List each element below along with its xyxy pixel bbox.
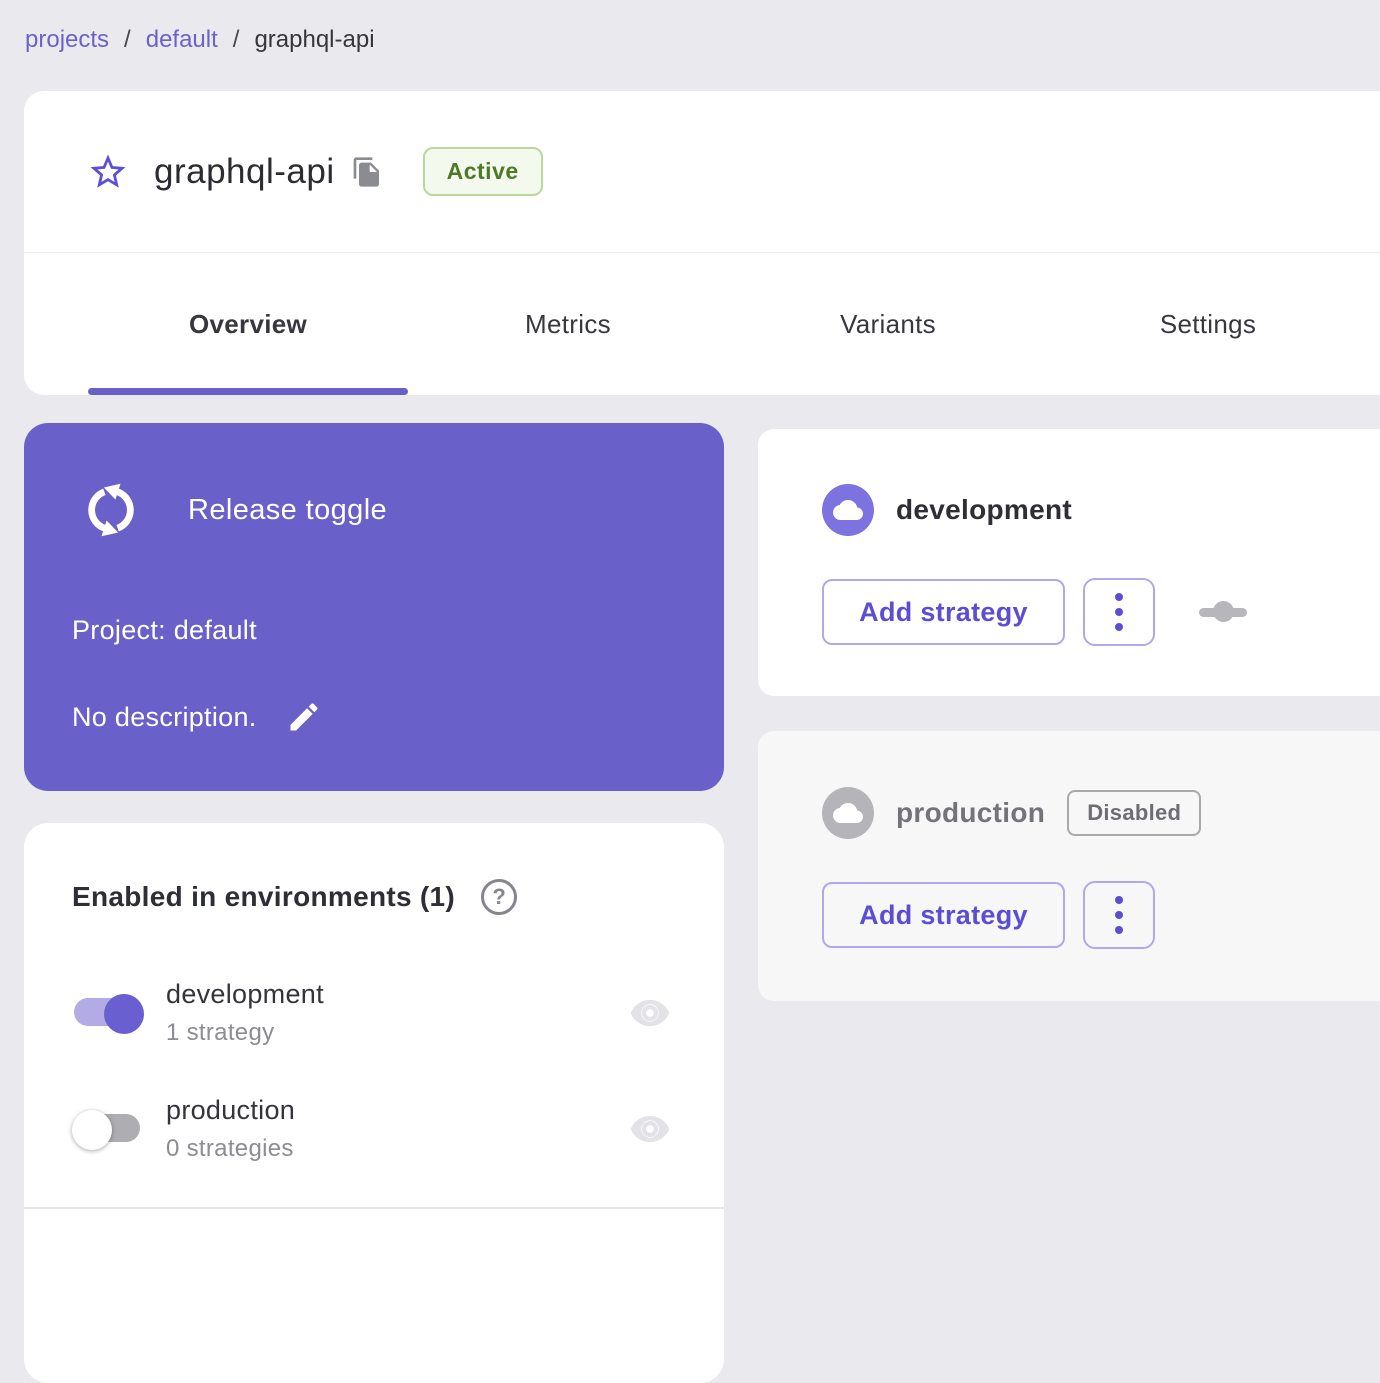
edit-icon: [290, 703, 318, 731]
environment-card-development: development Add strategy: [758, 429, 1380, 696]
release-toggle-icon: [88, 483, 134, 537]
environment-avatar: [822, 787, 874, 839]
tab-settings[interactable]: Settings: [1048, 253, 1368, 395]
help-icon[interactable]: ?: [481, 879, 518, 915]
enabled-environments-title: Enabled in environments (1): [72, 881, 456, 912]
view-environment-button[interactable]: [626, 1108, 674, 1150]
left-column: Release toggle Project: default No descr…: [24, 423, 724, 1383]
add-strategy-button[interactable]: Add strategy: [822, 882, 1065, 948]
strategy-slider-icon: [1199, 601, 1247, 623]
breadcrumb: projects / default / graphql-api: [0, 0, 1380, 54]
feature-project-label: Project: default: [72, 615, 257, 645]
environment-card-name: production: [896, 797, 1046, 828]
feature-info-card: Release toggle Project: default No descr…: [24, 423, 724, 791]
eye-icon: [630, 1115, 670, 1143]
page-title: graphql-api: [154, 151, 335, 191]
breadcrumb-current-page: graphql-api: [254, 26, 375, 53]
feature-description-row: No description.: [72, 698, 676, 736]
strategy-count: 1 strategy: [166, 1019, 275, 1046]
environment-avatar: [822, 484, 874, 536]
environment-name: development: [166, 979, 324, 1009]
copy-name-button[interactable]: [349, 154, 385, 190]
toggle-production[interactable]: [72, 1107, 144, 1151]
status-badge: Active: [422, 147, 543, 196]
feature-header-card: graphql-api Active Overview Metrics Vari…: [24, 91, 1380, 395]
environment-card-header: production Disabled: [822, 787, 1356, 839]
toggle-thumb: [72, 1110, 112, 1150]
overview-content: Release toggle Project: default No descr…: [24, 423, 1380, 1383]
help-glyph: ?: [492, 884, 506, 909]
strategy-count: 0 strategies: [166, 1135, 294, 1162]
environment-row-text: production 0 strategies: [166, 1095, 295, 1163]
right-column: development Add strategy production Disa…: [758, 429, 1380, 1001]
enabled-environments-header: Enabled in environments (1) ?: [72, 879, 676, 915]
tab-variants[interactable]: Variants: [728, 253, 1048, 395]
tab-overview[interactable]: Overview: [88, 253, 408, 395]
environment-row-development: development 1 strategy: [72, 971, 676, 1055]
toggle-development[interactable]: [72, 991, 144, 1035]
environment-row-text: development 1 strategy: [166, 979, 324, 1047]
breadcrumb-link-projects[interactable]: projects: [25, 26, 109, 54]
breadcrumb-separator: /: [124, 26, 131, 53]
favorite-button[interactable]: [86, 150, 130, 194]
environment-card-production: production Disabled Add strategy: [758, 731, 1380, 1001]
disabled-badge: Disabled: [1067, 790, 1202, 836]
environment-card-actions: Add strategy: [822, 578, 1356, 646]
feature-description: No description.: [72, 701, 257, 732]
breadcrumb-separator: /: [232, 26, 240, 53]
environment-row-production: production 0 strategies: [72, 1087, 676, 1171]
card-section-divider: [24, 1207, 724, 1209]
feature-type-row: Release toggle: [72, 477, 676, 543]
eye-icon: [630, 999, 670, 1027]
kebab-icon: [1115, 593, 1123, 601]
cloud-icon: [833, 803, 863, 823]
cloud-icon: [833, 500, 863, 520]
more-options-button[interactable]: [1083, 881, 1155, 949]
toggle-thumb: [104, 994, 144, 1034]
environment-card-name: development: [896, 494, 1073, 525]
kebab-icon: [1115, 896, 1123, 904]
add-strategy-button[interactable]: Add strategy: [822, 579, 1065, 645]
edit-description-button[interactable]: [285, 698, 323, 736]
breadcrumb-link-default[interactable]: default: [146, 26, 218, 54]
feature-type-label: Release toggle: [188, 493, 388, 526]
star-icon: [90, 154, 126, 188]
enabled-environments-card: Enabled in environments (1) ? developmen…: [24, 823, 724, 1383]
environment-card-header: development: [822, 484, 1356, 536]
environment-card-actions: Add strategy: [822, 881, 1356, 949]
more-options-button[interactable]: [1083, 578, 1155, 646]
feature-title-row: graphql-api Active: [24, 91, 1380, 252]
view-environment-button[interactable]: [626, 992, 674, 1034]
copy-icon: [353, 156, 379, 187]
environment-name: production: [166, 1095, 296, 1125]
tab-metrics[interactable]: Metrics: [408, 253, 728, 395]
tab-bar: Overview Metrics Variants Settings: [24, 253, 1380, 395]
